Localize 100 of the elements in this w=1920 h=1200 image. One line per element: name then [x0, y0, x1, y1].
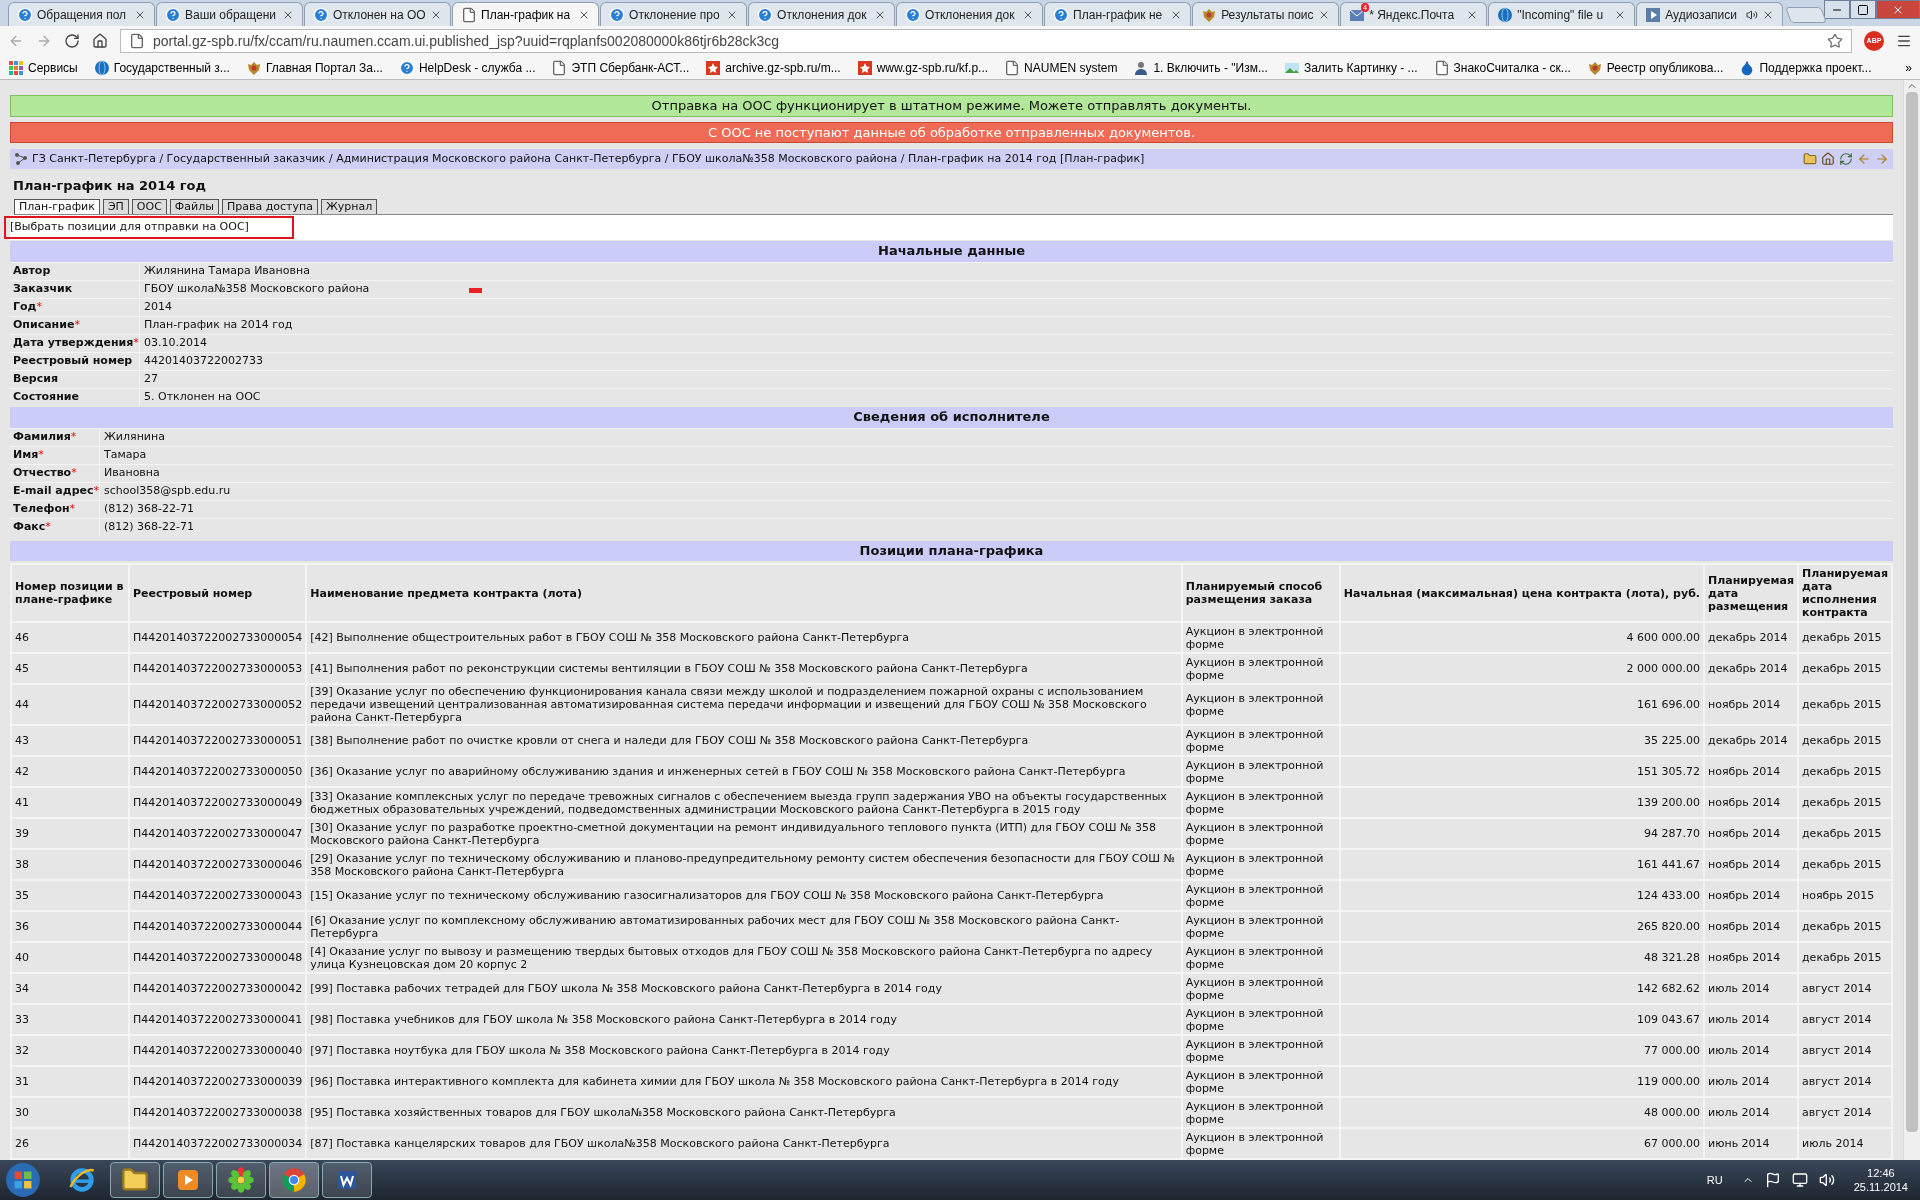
- browser-tab[interactable]: Отклонения док: [748, 2, 896, 26]
- page-tab[interactable]: Журнал: [320, 199, 378, 215]
- table-cell: П44201403722002733000043: [129, 880, 307, 911]
- field-value: 03.10.2014: [144, 334, 207, 351]
- bookmark-item[interactable]: archive.gz-spb.ru/m...: [705, 58, 841, 77]
- table-cell: [99] Поставка рабочих тетрадей для ГБОУ школа № 358 Московского района Санкт-Петербурга в 2014 году: [306, 973, 1182, 1004]
- field-label: Факс: [13, 518, 46, 535]
- table-cell: П44201403722002733000054: [129, 622, 307, 653]
- refresh-icon[interactable]: [1839, 151, 1853, 166]
- bookmark-item[interactable]: NAUMEN system: [1004, 58, 1118, 77]
- table-cell: П44201403722002733000042: [129, 973, 307, 1004]
- browser-tab[interactable]: Отклонен на ОО: [304, 2, 452, 26]
- required-mark: *: [93, 482, 99, 499]
- table-cell: [98] Поставка учебников для ГБОУ школа № 358 Московского района Санкт-Петербурга в 2014 году: [306, 1004, 1182, 1035]
- home-icon[interactable]: [1821, 151, 1835, 166]
- notification-badge: 4: [1360, 2, 1370, 12]
- bookmark-item[interactable]: Сервисы: [8, 58, 78, 77]
- flag-icon[interactable]: [1764, 1172, 1781, 1188]
- bookmark-item[interactable]: Поддержка проект...: [1739, 58, 1872, 77]
- bookmark-item[interactable]: Реестр опубликова...: [1586, 58, 1724, 77]
- browser-tab[interactable]: Ваши обращени: [156, 2, 304, 26]
- volume-icon[interactable]: [1818, 1172, 1835, 1188]
- tab-favicon-icon: [313, 6, 330, 23]
- browser-tab[interactable]: Обращения пол: [8, 2, 155, 26]
- section-header: Позиции плана-графика: [10, 540, 1893, 561]
- dash-mark: [469, 288, 483, 293]
- table-cell: 42: [11, 756, 129, 787]
- column-header: Планируемая дата исполнения контракта: [1798, 564, 1892, 622]
- more-bookmarks-button[interactable]: »: [1905, 58, 1912, 77]
- browser-tab[interactable]: Отклонения док: [896, 2, 1044, 26]
- table-cell: П44201403722002733000047: [129, 818, 307, 849]
- bookmark-item[interactable]: 1. Включить - "Изм...: [1133, 58, 1268, 77]
- reload-icon[interactable]: [64, 33, 80, 49]
- language-indicator[interactable]: RU: [1706, 1171, 1723, 1189]
- address-bar[interactable]: portal.gz-spb.ru/fx/ccam/ru.naumen.ccam.ui.published_jsp?uuid=rqplanfs002080000k86tjr6b28ck3cg: [120, 29, 1852, 53]
- browser-tab[interactable]: Отклонение про: [600, 2, 748, 26]
- page-tab[interactable]: ЭП: [102, 199, 129, 215]
- page-tab[interactable]: ООС: [131, 199, 167, 215]
- field-label: Реестровый номер: [13, 352, 133, 369]
- page-title: План-график на 2014 год: [13, 176, 207, 195]
- table-cell: 46: [11, 622, 129, 653]
- browser-tab[interactable]: Результаты поис: [1192, 2, 1340, 26]
- table-cell: 94 287.70: [1339, 818, 1705, 849]
- tab-favicon-icon: [1201, 6, 1218, 23]
- clock[interactable]: 12:46 25.11.2014: [1853, 1166, 1908, 1194]
- bookmark-item[interactable]: ЭТП Сбербанк-АСТ...: [551, 58, 690, 77]
- table-cell: 48 321.28: [1339, 942, 1705, 973]
- bookmark-item[interactable]: HelpDesk - служба ...: [398, 58, 536, 77]
- tab-title: Результаты поис: [1221, 6, 1315, 24]
- bookmark-item[interactable]: Главная Портал За...: [245, 58, 383, 77]
- home-icon[interactable]: [92, 33, 108, 49]
- tab-favicon-icon: [461, 6, 478, 23]
- folder-taskbar-icon[interactable]: [110, 1162, 160, 1198]
- select-positions-link[interactable]: [Выбрать позиции для отправки на ООС]: [4, 215, 294, 239]
- tab-title: Ваши обращени: [185, 6, 277, 24]
- menu-icon[interactable]: [1896, 33, 1912, 49]
- bookmark-item[interactable]: Залить Картинку - ...: [1283, 58, 1418, 77]
- folder-icon[interactable]: [1803, 151, 1817, 166]
- bookmark-item[interactable]: Государственный з...: [93, 58, 230, 77]
- page-tab[interactable]: Файлы: [169, 199, 219, 215]
- column-header: Наименование предмета контракта (лота): [306, 564, 1182, 622]
- flower-taskbar-icon[interactable]: [216, 1162, 266, 1198]
- table-cell: 32: [11, 1035, 129, 1066]
- chrome-taskbar-icon[interactable]: [269, 1162, 319, 1198]
- browser-tab[interactable]: Аудиозаписи: [1636, 2, 1784, 26]
- bookmark-item[interactable]: www.gz-spb.ru/kf.p...: [856, 58, 989, 77]
- table-cell: 30: [11, 1097, 129, 1128]
- scrollbar[interactable]: [1903, 80, 1920, 1160]
- document-taskbar-icon[interactable]: [322, 1162, 372, 1198]
- table-cell: декабрь 2015: [1798, 849, 1892, 880]
- start-button[interactable]: [4, 1161, 42, 1199]
- table-cell: П44201403722002733000039: [129, 1066, 307, 1097]
- table-cell: декабрь 2015: [1798, 756, 1892, 787]
- browser-tab[interactable]: План-график не: [1044, 2, 1192, 26]
- page-tab[interactable]: План-график: [14, 199, 100, 215]
- field-value: (812) 368-22-71: [104, 500, 194, 517]
- bookmark-icon: [1133, 59, 1150, 76]
- network-icon[interactable]: [1791, 1172, 1808, 1188]
- browser-tab[interactable]: "Incoming" file u: [1488, 2, 1636, 26]
- table-cell: 161 696.00: [1339, 684, 1705, 725]
- table-cell: [36] Оказание услуг по аварийному обслуживанию здания и инженерных сетей в ГБОУ СОШ № 358 Московского района Санкт-Петербурга: [306, 756, 1182, 787]
- table-cell: [6] Оказание услуг по комплексному обслуживанию автоматизированных рабочих мест для ГБОУ СОШ № 358 Московского района Санкт-Петербурга: [306, 911, 1182, 942]
- field-label: Имя: [13, 446, 39, 463]
- bookmark-icon: [93, 59, 110, 76]
- table-cell: 142 682.62: [1339, 973, 1705, 1004]
- minimize-button[interactable]: [1823, 0, 1850, 19]
- maximize-button[interactable]: [1849, 0, 1876, 19]
- field-label: E-mail адрес: [13, 482, 94, 499]
- table-cell: 31: [11, 1066, 129, 1097]
- speaker-icon: [1746, 8, 1759, 21]
- browser-tab[interactable]: План-график на: [452, 2, 600, 26]
- table-cell: декабрь 2015: [1798, 787, 1892, 818]
- table-cell: Аукцион в электронной форме: [1181, 653, 1340, 684]
- page-tab[interactable]: Права доступа: [221, 199, 318, 215]
- bookmark-item[interactable]: ЗнакоСчиталка - ск...: [1433, 58, 1571, 77]
- media-player-taskbar-icon[interactable]: [163, 1162, 213, 1198]
- field-label: Отчество: [13, 464, 72, 481]
- table-cell: 45: [11, 653, 129, 684]
- bookmark-icon: [398, 59, 415, 76]
- table-cell: Аукцион в электронной форме: [1181, 1004, 1340, 1035]
